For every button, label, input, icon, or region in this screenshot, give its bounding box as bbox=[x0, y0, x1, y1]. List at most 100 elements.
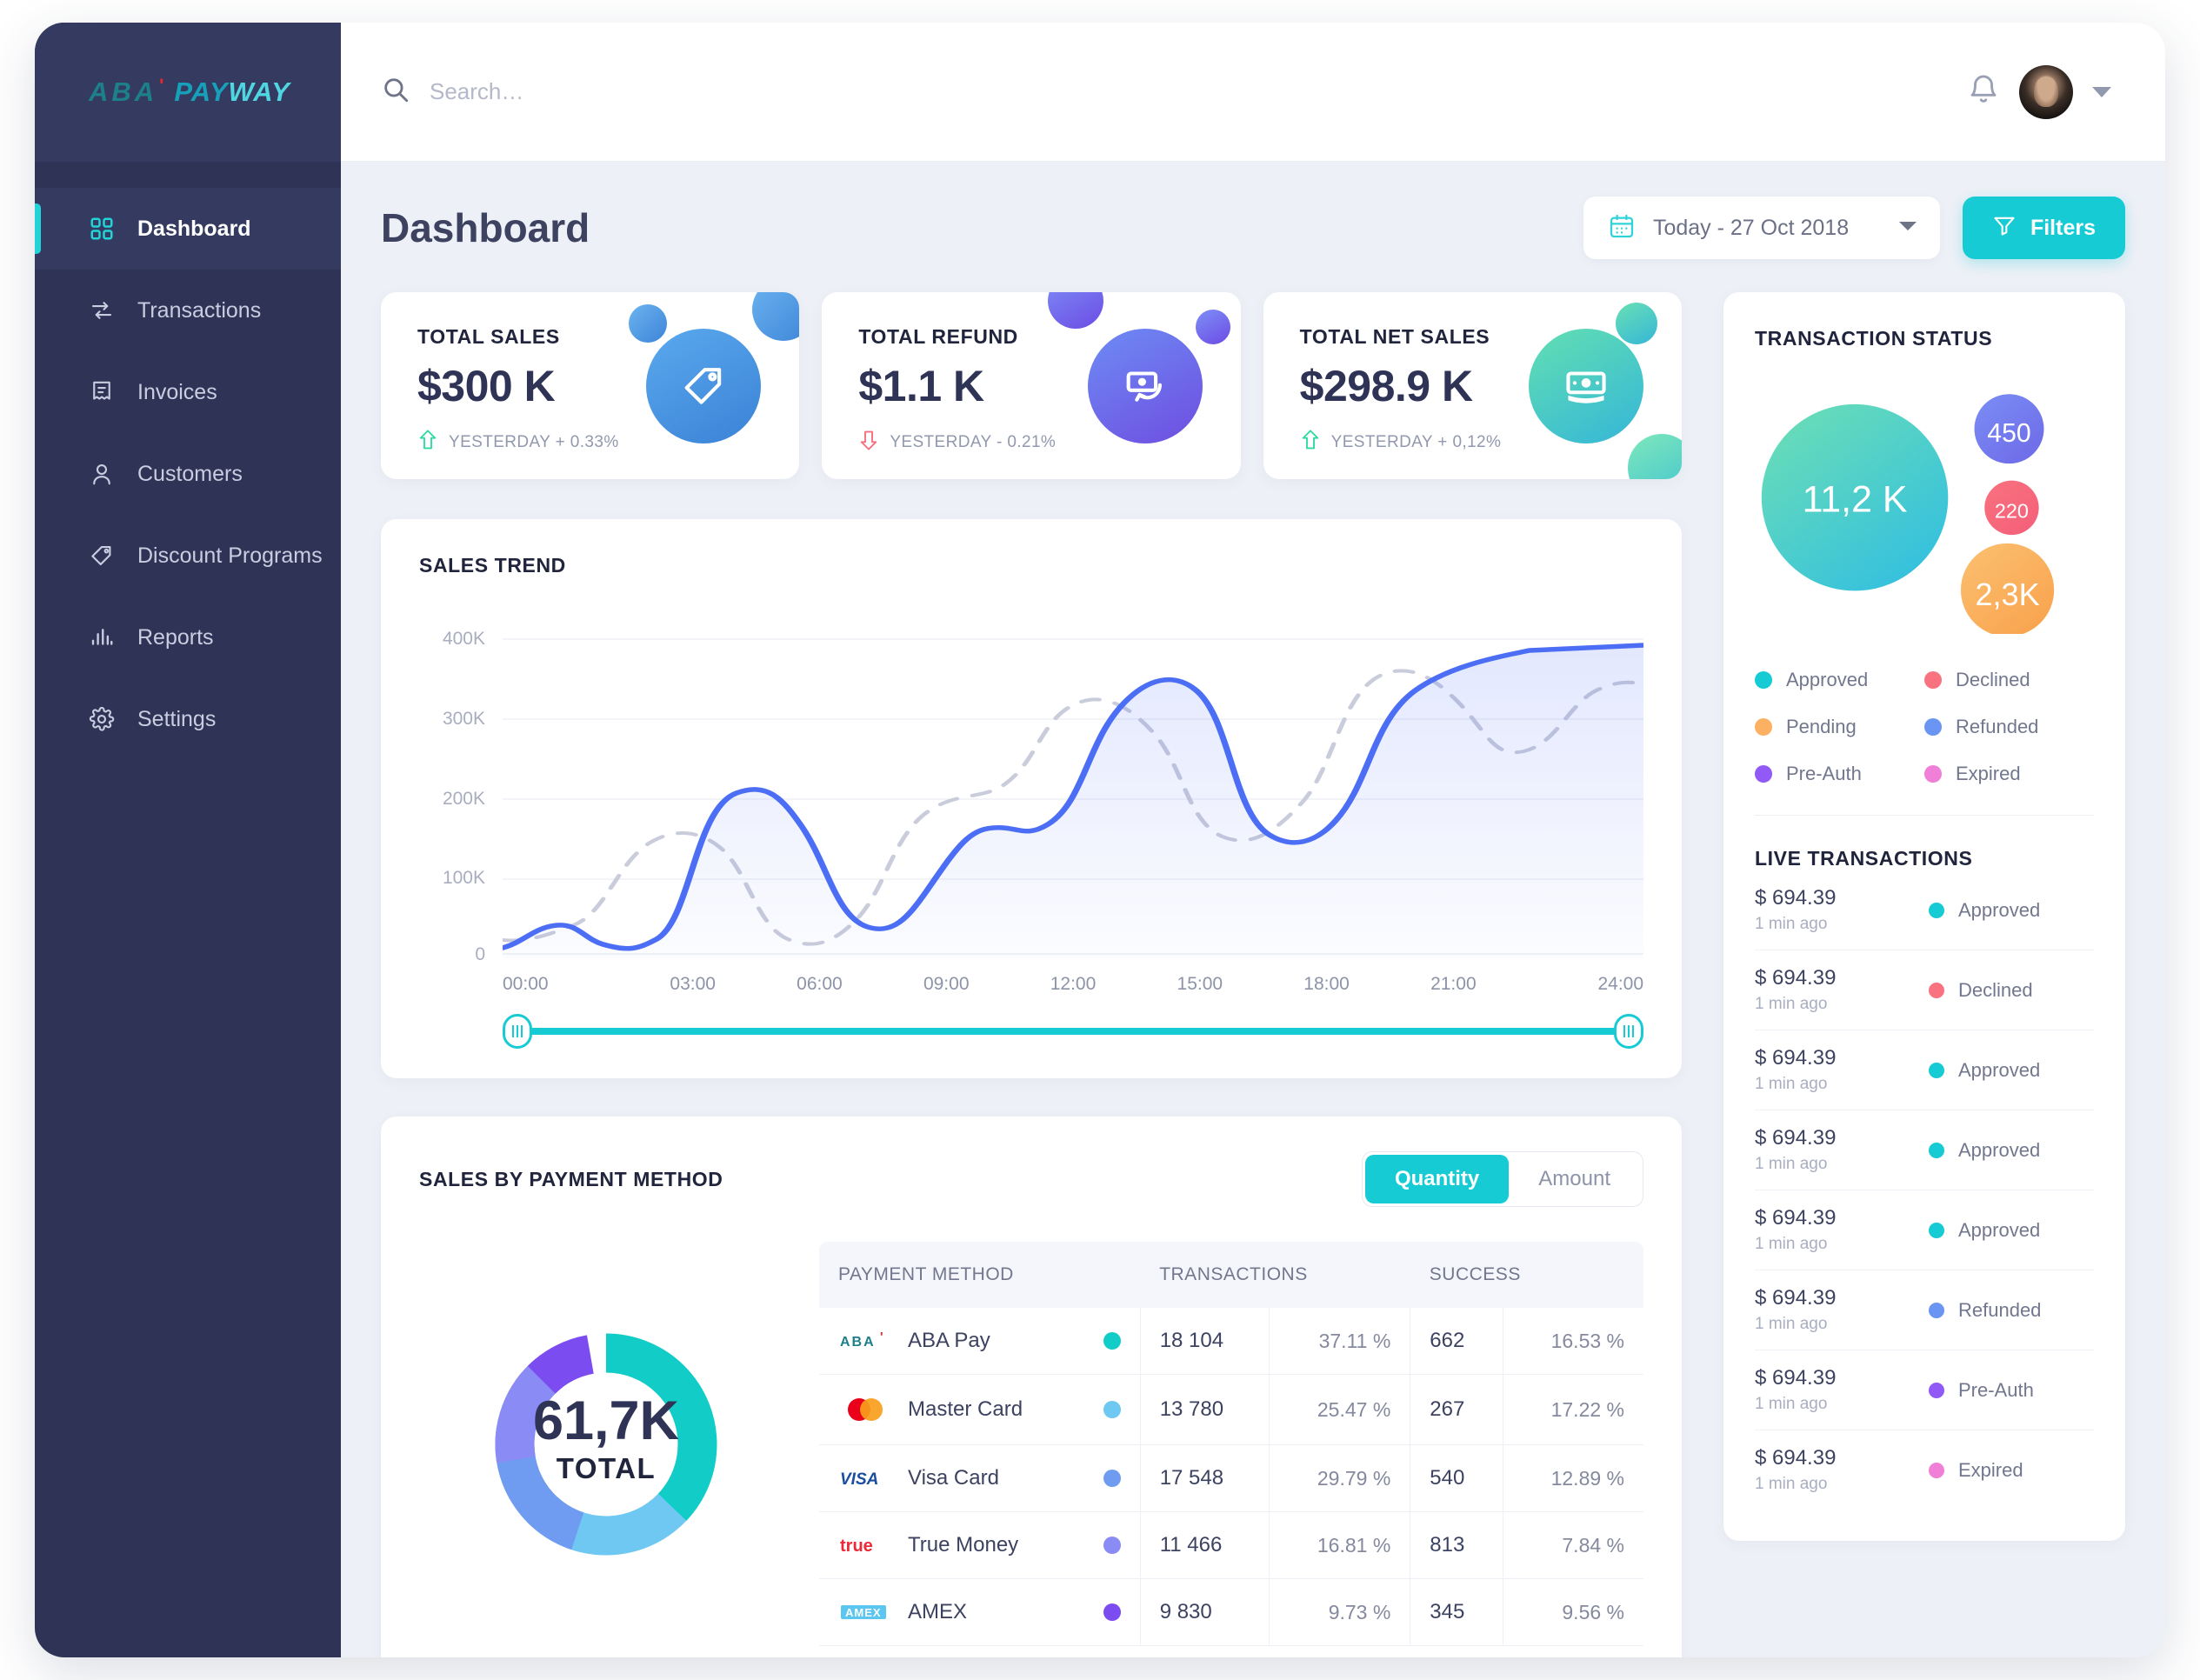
table-row[interactable]: true True Money 11 466 16.81 % 813 7.84 … bbox=[819, 1511, 1643, 1579]
sales-trend-panel: SALES TREND 400K 300K 200K 100K 0 00:00 … bbox=[381, 519, 1682, 1078]
time-range-slider[interactable] bbox=[503, 1014, 1643, 1049]
right-column: TRANSACTION STATUS 11,2 K 450 220 2,3K A… bbox=[1723, 292, 2125, 1541]
search-box[interactable] bbox=[381, 75, 1948, 109]
cell-success: 662 bbox=[1410, 1308, 1503, 1375]
invoice-icon bbox=[89, 379, 122, 405]
mastercard-logo-icon bbox=[838, 1396, 892, 1423]
table-row[interactable]: Master Card 13 780 25.47 % 267 17.22 % bbox=[819, 1374, 1643, 1445]
transaction-time: 1 min ago bbox=[1755, 1075, 1828, 1093]
sidebar-item-discount-programs[interactable]: Discount Programs bbox=[35, 515, 341, 597]
table-row[interactable]: AMEX AMEX 9 830 9.73 % 345 9.56 % bbox=[819, 1578, 1643, 1646]
arrow-up-icon bbox=[1300, 429, 1321, 456]
list-item[interactable]: $ 694.39 1 min ago Refunded bbox=[1755, 1270, 2094, 1350]
legend-label: Refunded bbox=[1956, 716, 2039, 737]
bubble-label-pending: 2,3K bbox=[1975, 577, 2039, 612]
sales-by-payment-method-panel: SALES BY PAYMENT METHOD Quantity Amount bbox=[381, 1117, 1682, 1657]
legend-dot bbox=[1924, 671, 1942, 689]
transaction-time: 1 min ago bbox=[1755, 1235, 1828, 1253]
stat-card-total-sales: TOTAL SALES $300 K YESTERDAY + 0.33% bbox=[381, 292, 800, 479]
arrow-down-icon bbox=[858, 429, 879, 456]
x-tick-label: 12:00 bbox=[1050, 974, 1097, 994]
chevron-down-icon[interactable] bbox=[2092, 86, 2111, 97]
bubble-label-declined: 220 bbox=[1995, 500, 2029, 523]
search-input[interactable] bbox=[430, 78, 1948, 105]
filters-button[interactable]: Filters bbox=[1962, 197, 2125, 259]
list-item[interactable]: $ 694.39 1 min ago Approved bbox=[1755, 1110, 2094, 1190]
payment-panel-header: SALES BY PAYMENT METHOD Quantity Amount bbox=[419, 1151, 1643, 1207]
sidebar-item-customers[interactable]: Customers bbox=[35, 433, 341, 515]
slider-track[interactable] bbox=[511, 1028, 1635, 1035]
main-area: Dashboard bbox=[341, 23, 2165, 1657]
cell-transactions: 11 466 bbox=[1140, 1511, 1270, 1579]
sidebar-item-dashboard[interactable]: Dashboard bbox=[35, 188, 341, 270]
live-transactions-title: LIVE TRANSACTIONS bbox=[1755, 847, 1973, 870]
status-dot bbox=[1929, 1062, 1944, 1078]
status-label: Approved bbox=[1958, 1218, 2041, 1241]
bell-icon[interactable] bbox=[1967, 73, 2000, 110]
list-item[interactable]: $ 694.39 1 min ago Approved bbox=[1755, 870, 2094, 950]
list-item[interactable]: $ 694.39 1 min ago Pre-Auth bbox=[1755, 1350, 2094, 1430]
cell-transactions-pct: 9.73 % bbox=[1269, 1578, 1411, 1646]
series-color-dot bbox=[1103, 1401, 1121, 1418]
series-color-dot bbox=[1103, 1332, 1121, 1350]
list-item[interactable]: $ 694.39 1 min ago Declined bbox=[1755, 950, 2094, 1030]
cell-transactions-pct: 37.11 % bbox=[1269, 1308, 1411, 1375]
app-logo[interactable]: ABA ' PAY WAY bbox=[35, 23, 341, 162]
slider-handle-right[interactable] bbox=[1614, 1014, 1643, 1049]
toggle-amount-button[interactable]: Amount bbox=[1509, 1155, 1640, 1203]
cell-transactions-pct: 29.79 % bbox=[1269, 1444, 1411, 1512]
cell-success: 267 bbox=[1410, 1374, 1503, 1445]
svg-text:': ' bbox=[880, 1331, 883, 1344]
x-tick-label: 15:00 bbox=[1177, 974, 1223, 994]
status-badge: Approved bbox=[1929, 1139, 2094, 1162]
payment-method-name: Visa Card bbox=[908, 1466, 999, 1490]
cell-transactions: 18 104 bbox=[1140, 1308, 1270, 1375]
y-tick-label: 0 bbox=[475, 944, 485, 965]
legend-label: Declined bbox=[1956, 669, 2030, 690]
table-row[interactable]: VISA Visa Card 17 548 29.79 % 540 12.89 … bbox=[819, 1444, 1643, 1512]
topbar bbox=[341, 23, 2165, 162]
sidebar-item-label: Customers bbox=[137, 461, 243, 486]
calendar-icon bbox=[1608, 212, 1636, 244]
gear-icon bbox=[89, 706, 122, 732]
header-actions: Today - 27 Oct 2018 Filters bbox=[1583, 197, 2125, 259]
legend-item-approved[interactable]: Approved bbox=[1755, 657, 1924, 703]
sidebar-item-label: Discount Programs bbox=[137, 543, 323, 568]
cell-transactions: 9 830 bbox=[1140, 1578, 1270, 1646]
panel-divider bbox=[1755, 815, 2094, 816]
stat-delta-label: YESTERDAY - 0.21% bbox=[890, 432, 1057, 451]
legend-item-expired[interactable]: Expired bbox=[1924, 750, 2094, 797]
status-badge: Expired bbox=[1929, 1459, 2094, 1482]
avatar[interactable] bbox=[2019, 64, 2073, 119]
list-item[interactable]: $ 694.39 1 min ago Approved bbox=[1755, 1190, 2094, 1270]
slider-handle-left[interactable] bbox=[503, 1014, 532, 1049]
legend-item-pre-auth[interactable]: Pre-Auth bbox=[1755, 750, 1924, 797]
quantity-amount-toggle: Quantity Amount bbox=[1361, 1151, 1643, 1207]
status-label: Expired bbox=[1958, 1458, 2023, 1481]
table-row[interactable]: ABA ' ABA Pay 18 104 37.11 % 662 16.53 % bbox=[819, 1308, 1643, 1375]
banknote-icon-bubble bbox=[1528, 329, 1643, 443]
date-range-picker[interactable]: Today - 27 Oct 2018 bbox=[1583, 197, 1940, 259]
sidebar-item-label: Dashboard bbox=[137, 216, 251, 241]
sidebar-item-invoices[interactable]: Invoices bbox=[35, 351, 341, 433]
sidebar-item-settings[interactable]: Settings bbox=[35, 678, 341, 760]
list-item[interactable]: $ 694.39 1 min ago Approved bbox=[1755, 1030, 2094, 1110]
x-tick-label: 06:00 bbox=[797, 974, 843, 994]
x-tick-label: 21:00 bbox=[1430, 974, 1477, 994]
status-badge: Approved bbox=[1929, 899, 2094, 922]
sidebar-item-transactions[interactable]: Transactions bbox=[35, 270, 341, 351]
bar-chart-icon bbox=[89, 624, 122, 650]
transaction-time: 1 min ago bbox=[1755, 1395, 1828, 1413]
legend-item-pending[interactable]: Pending bbox=[1755, 703, 1924, 750]
sales-trend-chart: 400K 300K 200K 100K 0 bbox=[419, 619, 1647, 964]
live-transactions-list: $ 694.39 1 min ago Approved $ 694.39 1 m… bbox=[1755, 870, 2094, 1510]
sidebar-item-reports[interactable]: Reports bbox=[35, 597, 341, 678]
x-tick-label: 00:00 bbox=[503, 974, 549, 994]
price-tag-icon bbox=[684, 368, 722, 404]
legend-item-declined[interactable]: Declined bbox=[1924, 657, 2094, 703]
sidebar-item-label: Invoices bbox=[137, 379, 217, 404]
toggle-quantity-button[interactable]: Quantity bbox=[1364, 1155, 1510, 1203]
logo-way-text: WAY bbox=[228, 77, 290, 107]
list-item[interactable]: $ 694.39 1 min ago Expired bbox=[1755, 1430, 2094, 1510]
legend-item-refunded[interactable]: Refunded bbox=[1924, 703, 2094, 750]
